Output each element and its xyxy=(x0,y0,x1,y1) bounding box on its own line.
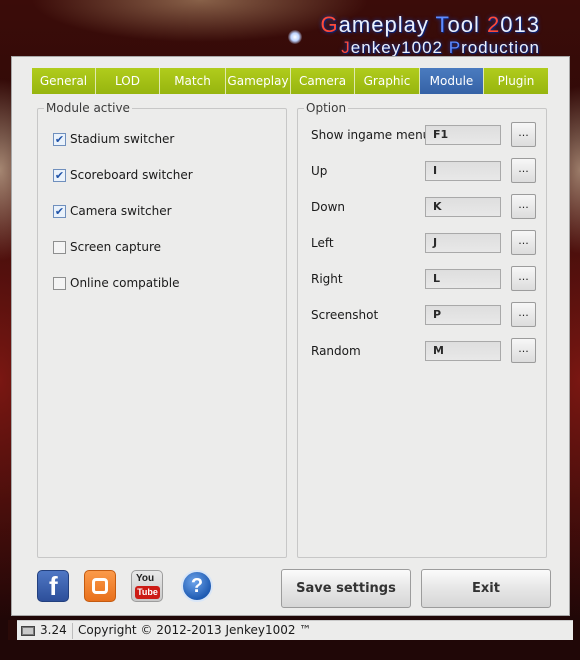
show-ingame-menu-key-field[interactable]: F1 xyxy=(425,125,501,145)
module-active-group: Module active ✔ Stadium switcher ✔ Score… xyxy=(37,101,287,558)
checkbox-unchecked-icon[interactable] xyxy=(53,276,66,290)
stadium-switcher-checkbox[interactable]: ✔ Stadium switcher xyxy=(53,131,174,147)
module-active-legend: Module active xyxy=(44,101,132,115)
show-ingame-menu-browse-button[interactable]: ... xyxy=(511,122,536,147)
right-key-field[interactable]: L xyxy=(425,269,501,289)
random-label: Random xyxy=(311,344,361,358)
tab-plugin[interactable]: Plugin xyxy=(484,68,548,94)
blogger-icon[interactable] xyxy=(84,570,116,602)
tab-match[interactable]: Match xyxy=(160,68,226,94)
tab-module[interactable]: Module xyxy=(420,68,484,94)
help-icon[interactable]: ? xyxy=(181,570,213,602)
screenshot-key-field[interactable]: P xyxy=(425,305,501,325)
app-version-icon xyxy=(21,626,35,636)
checkbox-unchecked-icon[interactable] xyxy=(53,240,66,254)
screen-capture-checkbox[interactable]: Screen capture xyxy=(53,239,161,255)
random-key-field[interactable]: M xyxy=(425,341,501,361)
youtube-you-text: You xyxy=(136,573,155,584)
tab-bar: General LOD Match Gameplay Camera Graphi… xyxy=(32,68,548,94)
tab-camera[interactable]: Camera xyxy=(291,68,355,94)
checkbox-label: Camera switcher xyxy=(70,204,172,218)
online-compatible-checkbox[interactable]: Online compatible xyxy=(53,275,180,291)
checkbox-label: Stadium switcher xyxy=(70,132,175,146)
frame-edge xyxy=(8,620,17,640)
checkbox-checked-icon[interactable]: ✔ xyxy=(53,132,66,146)
show-ingame-menu-label: Show ingame menu xyxy=(311,128,431,142)
random-browse-button[interactable]: ... xyxy=(511,338,536,363)
title-line-2: Jenkey1002 Production xyxy=(341,38,540,57)
app-title: Gameplay Tool 2013 Jenkey1002 Production xyxy=(321,12,540,58)
scoreboard-switcher-checkbox[interactable]: ✔ Scoreboard switcher xyxy=(53,167,193,183)
screenshot-browse-button[interactable]: ... xyxy=(511,302,536,327)
tab-graphic[interactable]: Graphic xyxy=(355,68,420,94)
status-bar: 3.24 Copyright © 2012-2013 Jenkey1002 ™ xyxy=(17,620,573,640)
title-line-1: Gameplay Tool 2013 xyxy=(320,12,540,37)
checkbox-checked-icon[interactable]: ✔ xyxy=(53,168,66,182)
down-key-field[interactable]: K xyxy=(425,197,501,217)
down-label: Down xyxy=(311,200,346,214)
tab-gameplay[interactable]: Gameplay xyxy=(226,68,291,94)
main-panel: General LOD Match Gameplay Camera Graphi… xyxy=(11,56,570,616)
checkbox-label: Screen capture xyxy=(70,240,162,254)
down-browse-button[interactable]: ... xyxy=(511,194,536,219)
checkbox-label: Online compatible xyxy=(70,276,180,290)
sparkle-decoration xyxy=(288,30,302,44)
camera-switcher-checkbox[interactable]: ✔ Camera switcher xyxy=(53,203,172,219)
up-label: Up xyxy=(311,164,328,178)
status-separator xyxy=(72,623,73,639)
right-label: Right xyxy=(311,272,343,286)
facebook-icon[interactable]: f xyxy=(37,570,69,602)
left-key-field[interactable]: J xyxy=(425,233,501,253)
exit-button[interactable]: Exit xyxy=(421,569,551,608)
screenshot-label: Screenshot xyxy=(311,308,379,322)
youtube-icon[interactable]: You Tube xyxy=(131,570,163,602)
left-browse-button[interactable]: ... xyxy=(511,230,536,255)
save-settings-button[interactable]: Save settings xyxy=(281,569,411,608)
tab-general[interactable]: General xyxy=(32,68,96,94)
version-text: 3.24 xyxy=(40,623,67,637)
option-legend: Option xyxy=(304,101,349,115)
checkbox-label: Scoreboard switcher xyxy=(70,168,193,182)
right-browse-button[interactable]: ... xyxy=(511,266,536,291)
checkbox-checked-icon[interactable]: ✔ xyxy=(53,204,66,218)
option-group: Option Show ingame menu F1 ... Up I ... … xyxy=(297,101,547,558)
tab-lod[interactable]: LOD xyxy=(96,68,160,94)
up-browse-button[interactable]: ... xyxy=(511,158,536,183)
left-label: Left xyxy=(311,236,334,250)
copyright-text: Copyright © 2012-2013 Jenkey1002 ™ xyxy=(78,623,312,637)
up-key-field[interactable]: I xyxy=(425,161,501,181)
youtube-tube-text: Tube xyxy=(135,586,160,599)
